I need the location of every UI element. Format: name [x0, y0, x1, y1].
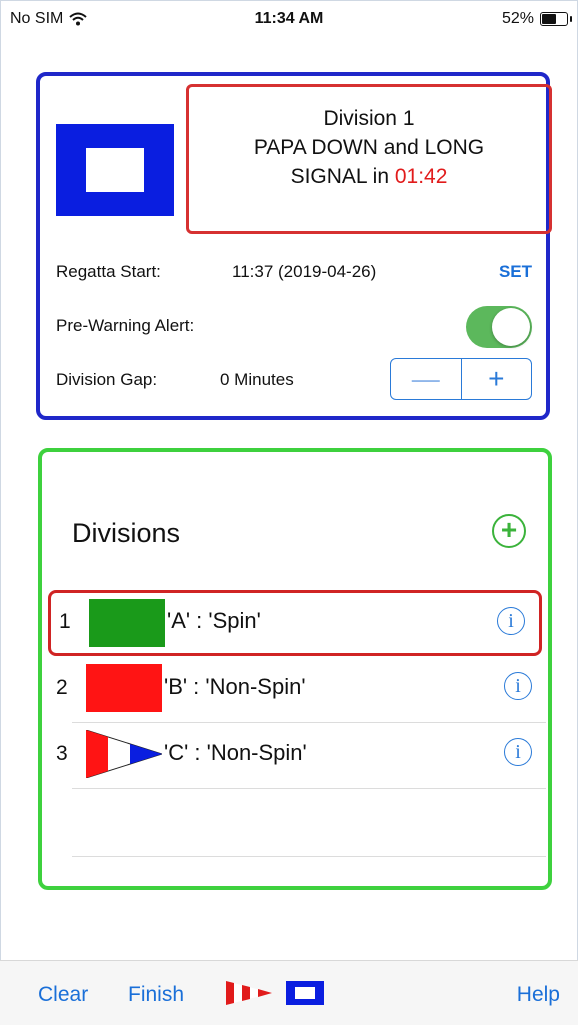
division-row-1[interactable]: 1 'A' : 'Spin' i — [48, 590, 542, 656]
signal-countdown: 01:42 — [394, 165, 448, 188]
regatta-start-row: Regatta Start: 11:37 (2019-04-26) SET — [56, 262, 536, 282]
divisions-list: 1 'A' : 'Spin' i 2 'B' : 'Non-Spin' i 3 … — [44, 590, 550, 788]
pennant-toolbar-icon[interactable] — [226, 981, 272, 1005]
division-gap-label: Division Gap: — [56, 370, 158, 389]
start-sequence-panel: Division 1 PAPA DOWN and LONG SIGNAL in … — [36, 72, 552, 420]
finish-button[interactable]: Finish — [128, 983, 184, 1007]
battery-icon — [540, 12, 572, 26]
divisions-panel: Divisions + 1 'A' : 'Spin' i 2 'B' : 'No… — [38, 448, 552, 890]
division-number: 2 — [56, 676, 68, 699]
signal-division: Division 1 — [323, 107, 415, 130]
status-time: 11:34 AM — [254, 10, 324, 27]
green-flag-icon — [89, 599, 165, 647]
division-row-2[interactable]: 2 'B' : 'Non-Spin' i — [44, 656, 550, 722]
pre-warning-label: Pre-Warning Alert: — [56, 316, 195, 335]
regatta-start-label: Regatta Start: — [56, 262, 161, 281]
signal-timing-label: SIGNAL in — [290, 165, 395, 188]
status-bar: No SIM 11:34 AM 52% — [0, 0, 578, 40]
divisions-title: Divisions — [72, 518, 181, 548]
clear-button[interactable]: Clear — [38, 983, 88, 1007]
row-separator — [72, 722, 546, 723]
battery-percent: 52% — [501, 10, 534, 27]
info-icon[interactable]: i — [497, 607, 525, 635]
stepper-plus-button[interactable]: + — [462, 359, 532, 399]
info-icon[interactable]: i — [504, 672, 532, 700]
set-button[interactable]: SET — [499, 262, 532, 282]
signal-timing: SIGNAL in 01:42 — [189, 162, 549, 191]
division-row-3[interactable]: 3 'C' : 'Non-Spin' i — [44, 722, 550, 788]
regatta-start-value: 11:37 (2019-04-26) — [232, 262, 377, 281]
pre-warning-row: Pre-Warning Alert: — [56, 306, 536, 348]
division-label: 'C' : 'Non-Spin' — [164, 740, 307, 765]
division-label: 'A' : 'Spin' — [167, 608, 261, 633]
bottom-toolbar: Clear Finish Help — [0, 960, 578, 1025]
red-flag-icon — [86, 664, 162, 712]
division-gap-value: 0 Minutes — [220, 370, 294, 389]
papa-flag-icon — [56, 124, 174, 216]
info-icon[interactable]: i — [504, 738, 532, 766]
stepper-minus-button[interactable]: — — [391, 359, 462, 399]
add-division-button[interactable]: + — [492, 514, 526, 548]
division-number: 1 — [59, 610, 71, 633]
division-gap-row: Division Gap: 0 Minutes — + — [56, 358, 536, 400]
signal-instruction: PAPA DOWN and LONG — [253, 136, 485, 159]
division-number: 3 — [56, 742, 68, 765]
division-label: 'B' : 'Non-Spin' — [164, 674, 306, 699]
row-separator — [72, 788, 546, 789]
pre-warning-toggle[interactable] — [466, 306, 532, 348]
signal-message: Division 1 PAPA DOWN and LONG SIGNAL in … — [186, 84, 552, 234]
help-button[interactable]: Help — [517, 983, 560, 1007]
row-separator — [72, 856, 546, 857]
status-right: 52% — [501, 10, 572, 28]
papa-flag-toolbar-icon[interactable] — [286, 981, 324, 1005]
division-gap-stepper[interactable]: — + — [390, 358, 532, 400]
pennant-flag-icon — [86, 730, 162, 778]
